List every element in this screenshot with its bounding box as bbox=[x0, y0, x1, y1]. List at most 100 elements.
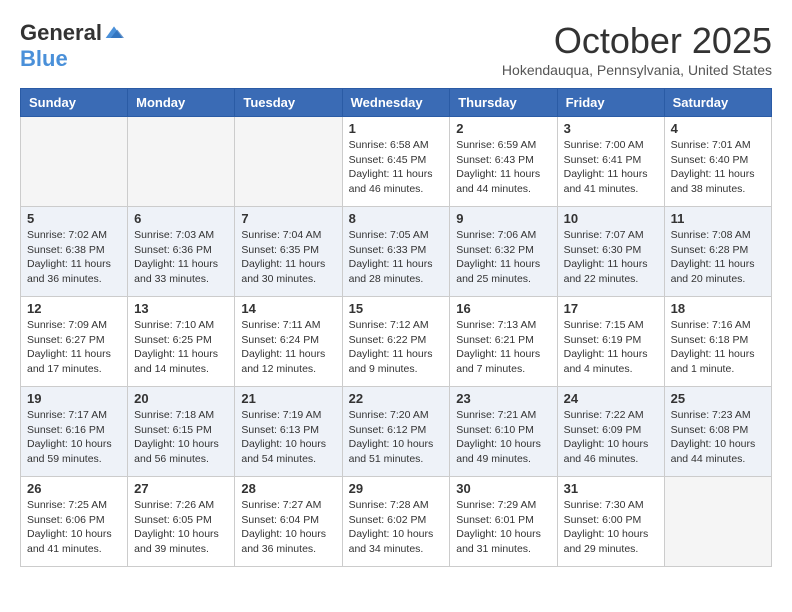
calendar-day-cell: 10 Sunrise: 7:07 AM Sunset: 6:30 PM Dayli… bbox=[557, 207, 664, 297]
calendar-week-row: 1 Sunrise: 6:58 AM Sunset: 6:45 PM Daylig… bbox=[21, 117, 772, 207]
day-info: Sunrise: 7:13 AM Sunset: 6:21 PM Dayligh… bbox=[456, 318, 550, 377]
calendar-day-cell: 4 Sunrise: 7:01 AM Sunset: 6:40 PM Daylig… bbox=[664, 117, 771, 207]
day-info: Sunrise: 6:58 AM Sunset: 6:45 PM Dayligh… bbox=[349, 138, 444, 197]
day-info: Sunrise: 7:05 AM Sunset: 6:33 PM Dayligh… bbox=[349, 228, 444, 287]
calendar-day-cell: 9Sunrise: 7:06 AM Sunset: 6:32 PM Daylig… bbox=[450, 207, 557, 297]
day-info: Sunrise: 6:59 AM Sunset: 6:43 PM Dayligh… bbox=[456, 138, 550, 197]
day-info: Sunrise: 7:02 AM Sunset: 6:38 PM Dayligh… bbox=[27, 228, 121, 287]
day-number: 22 bbox=[349, 391, 444, 406]
day-number: 9 bbox=[456, 211, 550, 226]
calendar-day-cell: 28 Sunrise: 7:27 AM Sunset: 6:04 PM Dayli… bbox=[235, 477, 342, 567]
day-info: Sunrise: 7:28 AM Sunset: 6:02 PM Dayligh… bbox=[349, 498, 444, 557]
day-info: Sunrise: 7:22 AM Sunset: 6:09 PM Dayligh… bbox=[564, 408, 658, 467]
calendar-day-cell: 27 Sunrise: 7:26 AM Sunset: 6:05 PM Dayli… bbox=[128, 477, 235, 567]
day-number: 28 bbox=[241, 481, 335, 496]
calendar-day-cell: 20 Sunrise: 7:18 AM Sunset: 6:15 PM Dayli… bbox=[128, 387, 235, 477]
calendar-header-row: SundayMondayTuesdayWednesdayThursdayFrid… bbox=[21, 89, 772, 117]
calendar-day-cell: 29 Sunrise: 7:28 AM Sunset: 6:02 PM Dayli… bbox=[342, 477, 450, 567]
calendar-week-row: 19 Sunrise: 7:17 AM Sunset: 6:16 PM Dayli… bbox=[21, 387, 772, 477]
calendar-table: SundayMondayTuesdayWednesdayThursdayFrid… bbox=[20, 88, 772, 567]
day-info: Sunrise: 7:29 AM Sunset: 6:01 PM Dayligh… bbox=[456, 498, 550, 557]
month-title: October 2025 bbox=[502, 20, 772, 62]
logo: General Blue bbox=[20, 20, 124, 72]
day-info: Sunrise: 7:17 AM Sunset: 6:16 PM Dayligh… bbox=[27, 408, 121, 467]
day-number: 12 bbox=[27, 301, 121, 316]
day-number: 27 bbox=[134, 481, 228, 496]
title-area: October 2025 Hokendauqua, Pennsylvania, … bbox=[502, 20, 772, 78]
day-info: Sunrise: 7:26 AM Sunset: 6:05 PM Dayligh… bbox=[134, 498, 228, 557]
calendar-day-header: Monday bbox=[128, 89, 235, 117]
day-info: Sunrise: 7:25 AM Sunset: 6:06 PM Dayligh… bbox=[27, 498, 121, 557]
calendar-week-row: 5Sunrise: 7:02 AM Sunset: 6:38 PM Daylig… bbox=[21, 207, 772, 297]
calendar-day-cell: 25 Sunrise: 7:23 AM Sunset: 6:08 PM Dayli… bbox=[664, 387, 771, 477]
day-number: 3 bbox=[564, 121, 658, 136]
calendar-day-cell: 26 Sunrise: 7:25 AM Sunset: 6:06 PM Dayli… bbox=[21, 477, 128, 567]
calendar-day-cell: 7 Sunrise: 7:04 AM Sunset: 6:35 PM Daylig… bbox=[235, 207, 342, 297]
calendar-day-header: Sunday bbox=[21, 89, 128, 117]
day-number: 15 bbox=[349, 301, 444, 316]
day-info: Sunrise: 7:23 AM Sunset: 6:08 PM Dayligh… bbox=[671, 408, 765, 467]
calendar-day-cell: 11Sunrise: 7:08 AM Sunset: 6:28 PM Dayli… bbox=[664, 207, 771, 297]
calendar-day-cell: 12Sunrise: 7:09 AM Sunset: 6:27 PM Dayli… bbox=[21, 297, 128, 387]
day-number: 8 bbox=[349, 211, 444, 226]
day-info: Sunrise: 7:10 AM Sunset: 6:25 PM Dayligh… bbox=[134, 318, 228, 377]
calendar-day-cell: 5Sunrise: 7:02 AM Sunset: 6:38 PM Daylig… bbox=[21, 207, 128, 297]
day-info: Sunrise: 7:07 AM Sunset: 6:30 PM Dayligh… bbox=[564, 228, 658, 287]
calendar-day-cell: 23Sunrise: 7:21 AM Sunset: 6:10 PM Dayli… bbox=[450, 387, 557, 477]
page-header: General Blue October 2025 Hokendauqua, P… bbox=[20, 20, 772, 78]
day-info: Sunrise: 7:01 AM Sunset: 6:40 PM Dayligh… bbox=[671, 138, 765, 197]
calendar-day-header: Saturday bbox=[664, 89, 771, 117]
calendar-day-cell: 13Sunrise: 7:10 AM Sunset: 6:25 PM Dayli… bbox=[128, 297, 235, 387]
day-info: Sunrise: 7:20 AM Sunset: 6:12 PM Dayligh… bbox=[349, 408, 444, 467]
calendar-week-row: 26 Sunrise: 7:25 AM Sunset: 6:06 PM Dayli… bbox=[21, 477, 772, 567]
day-number: 23 bbox=[456, 391, 550, 406]
day-number: 18 bbox=[671, 301, 765, 316]
calendar-day-cell bbox=[21, 117, 128, 207]
day-info: Sunrise: 7:04 AM Sunset: 6:35 PM Dayligh… bbox=[241, 228, 335, 287]
calendar-day-cell bbox=[235, 117, 342, 207]
day-info: Sunrise: 7:03 AM Sunset: 6:36 PM Dayligh… bbox=[134, 228, 228, 287]
day-info: Sunrise: 7:08 AM Sunset: 6:28 PM Dayligh… bbox=[671, 228, 765, 287]
calendar-day-cell bbox=[128, 117, 235, 207]
day-number: 17 bbox=[564, 301, 658, 316]
day-number: 24 bbox=[564, 391, 658, 406]
day-number: 21 bbox=[241, 391, 335, 406]
calendar-day-cell: 17 Sunrise: 7:15 AM Sunset: 6:19 PM Dayli… bbox=[557, 297, 664, 387]
day-number: 4 bbox=[671, 121, 765, 136]
calendar-day-cell: 3 Sunrise: 7:00 AM Sunset: 6:41 PM Daylig… bbox=[557, 117, 664, 207]
logo-general-text: General bbox=[20, 20, 102, 46]
calendar-day-cell: 15Sunrise: 7:12 AM Sunset: 6:22 PM Dayli… bbox=[342, 297, 450, 387]
day-number: 19 bbox=[27, 391, 121, 406]
day-number: 16 bbox=[456, 301, 550, 316]
day-info: Sunrise: 7:27 AM Sunset: 6:04 PM Dayligh… bbox=[241, 498, 335, 557]
calendar-day-cell: 19 Sunrise: 7:17 AM Sunset: 6:16 PM Dayli… bbox=[21, 387, 128, 477]
day-number: 7 bbox=[241, 211, 335, 226]
calendar-day-cell: 6 Sunrise: 7:03 AM Sunset: 6:36 PM Daylig… bbox=[128, 207, 235, 297]
logo-blue-text: Blue bbox=[20, 46, 68, 72]
day-number: 25 bbox=[671, 391, 765, 406]
day-number: 30 bbox=[456, 481, 550, 496]
day-number: 6 bbox=[134, 211, 228, 226]
day-info: Sunrise: 7:18 AM Sunset: 6:15 PM Dayligh… bbox=[134, 408, 228, 467]
day-info: Sunrise: 7:00 AM Sunset: 6:41 PM Dayligh… bbox=[564, 138, 658, 197]
day-info: Sunrise: 7:19 AM Sunset: 6:13 PM Dayligh… bbox=[241, 408, 335, 467]
day-number: 20 bbox=[134, 391, 228, 406]
calendar-day-cell: 16 Sunrise: 7:13 AM Sunset: 6:21 PM Dayli… bbox=[450, 297, 557, 387]
day-number: 29 bbox=[349, 481, 444, 496]
calendar-day-cell bbox=[664, 477, 771, 567]
day-number: 31 bbox=[564, 481, 658, 496]
calendar-week-row: 12Sunrise: 7:09 AM Sunset: 6:27 PM Dayli… bbox=[21, 297, 772, 387]
calendar-day-cell: 2 Sunrise: 6:59 AM Sunset: 6:43 PM Daylig… bbox=[450, 117, 557, 207]
day-number: 26 bbox=[27, 481, 121, 496]
calendar-day-cell: 30 Sunrise: 7:29 AM Sunset: 6:01 PM Dayli… bbox=[450, 477, 557, 567]
day-info: Sunrise: 7:15 AM Sunset: 6:19 PM Dayligh… bbox=[564, 318, 658, 377]
day-number: 2 bbox=[456, 121, 550, 136]
calendar-day-cell: 22 Sunrise: 7:20 AM Sunset: 6:12 PM Dayli… bbox=[342, 387, 450, 477]
day-info: Sunrise: 7:16 AM Sunset: 6:18 PM Dayligh… bbox=[671, 318, 765, 377]
day-number: 10 bbox=[564, 211, 658, 226]
calendar-day-cell: 21 Sunrise: 7:19 AM Sunset: 6:13 PM Dayli… bbox=[235, 387, 342, 477]
calendar-day-cell: 18 Sunrise: 7:16 AM Sunset: 6:18 PM Dayli… bbox=[664, 297, 771, 387]
calendar-day-cell: 24 Sunrise: 7:22 AM Sunset: 6:09 PM Dayli… bbox=[557, 387, 664, 477]
location-text: Hokendauqua, Pennsylvania, United States bbox=[502, 62, 772, 78]
day-number: 1 bbox=[349, 121, 444, 136]
